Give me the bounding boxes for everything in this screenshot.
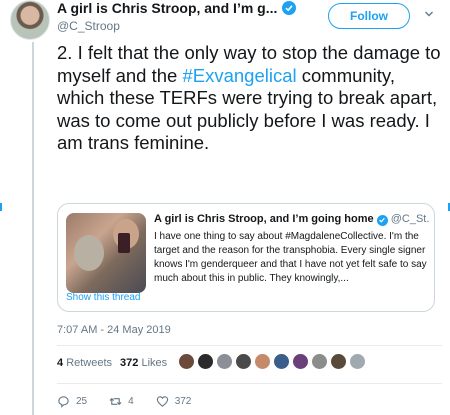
liker-avatar[interactable] bbox=[254, 353, 271, 370]
divider-top bbox=[57, 345, 442, 346]
liker-avatar[interactable] bbox=[178, 353, 195, 370]
liker-avatar[interactable] bbox=[292, 353, 309, 370]
verified-icon bbox=[282, 1, 297, 15]
quoted-tweet-header: A girl is Chris Stroop, and I’m going ho… bbox=[154, 213, 430, 226]
edge-marker-left bbox=[0, 203, 2, 211]
hashtag-link[interactable]: #Exvangelical bbox=[182, 65, 296, 86]
quoted-tweet-text: I have one thing to say about #Magdalene… bbox=[154, 231, 427, 284]
quoted-image-phone bbox=[118, 233, 130, 253]
liker-avatar[interactable] bbox=[349, 353, 366, 370]
likes-label: Likes bbox=[141, 357, 168, 369]
divider-bottom bbox=[57, 383, 442, 384]
retweets-label: Retweets bbox=[66, 357, 113, 369]
retweets-count: 4 bbox=[57, 357, 64, 369]
likes-stat[interactable]: 372 Likes bbox=[120, 357, 167, 369]
reply-button[interactable]: 25 bbox=[57, 395, 87, 408]
quoted-display-name: A girl is Chris Stroop, and I’m going ho… bbox=[154, 213, 374, 225]
reply-icon bbox=[58, 396, 69, 408]
retweets-stat[interactable]: 4 Retweets bbox=[57, 357, 112, 369]
follow-button[interactable]: Follow bbox=[328, 3, 410, 29]
liker-avatar[interactable] bbox=[273, 353, 290, 370]
retweet-button[interactable]: 4 bbox=[109, 395, 134, 408]
author-row: A girl is Chris Stroop, and I’m g... bbox=[57, 0, 297, 16]
verified-icon bbox=[376, 214, 388, 226]
quoted-tweet-card[interactable]: Show this thread A girl is Chris Stroop,… bbox=[57, 203, 435, 312]
thread-line bbox=[32, 42, 34, 415]
like-count: 372 bbox=[174, 396, 192, 407]
avatar[interactable] bbox=[10, 0, 50, 40]
tweet-text: 2. I felt that the only way to stop the … bbox=[57, 42, 442, 155]
liker-avatars bbox=[178, 353, 366, 370]
like-button[interactable]: 372 bbox=[156, 395, 192, 408]
tweet-timestamp[interactable]: 7:07 AM - 24 May 2019 bbox=[57, 324, 171, 336]
display-name[interactable]: A girl is Chris Stroop, and I’m g... bbox=[57, 0, 277, 16]
liker-avatar[interactable] bbox=[216, 353, 233, 370]
liker-avatar[interactable] bbox=[197, 353, 214, 370]
retweet-count: 4 bbox=[128, 396, 134, 407]
like-icon bbox=[156, 396, 168, 407]
liker-avatar[interactable] bbox=[235, 353, 252, 370]
liker-avatar[interactable] bbox=[311, 353, 328, 370]
reply-count: 25 bbox=[76, 396, 88, 407]
likes-count: 372 bbox=[120, 357, 139, 369]
show-thread-link[interactable]: Show this thread bbox=[66, 292, 141, 303]
chevron-down-icon[interactable] bbox=[424, 9, 434, 19]
quoted-image-face bbox=[74, 235, 104, 271]
quoted-tweet-image[interactable] bbox=[66, 213, 146, 293]
quoted-handle: @C_St... bbox=[390, 213, 430, 225]
action-bar: 25 4 372 bbox=[57, 395, 213, 408]
retweet-icon bbox=[109, 397, 122, 406]
engagement-stats: 4 Retweets 372 Likes bbox=[57, 357, 167, 369]
liker-avatar[interactable] bbox=[330, 353, 347, 370]
handle[interactable]: @C_Stroop bbox=[57, 19, 120, 33]
